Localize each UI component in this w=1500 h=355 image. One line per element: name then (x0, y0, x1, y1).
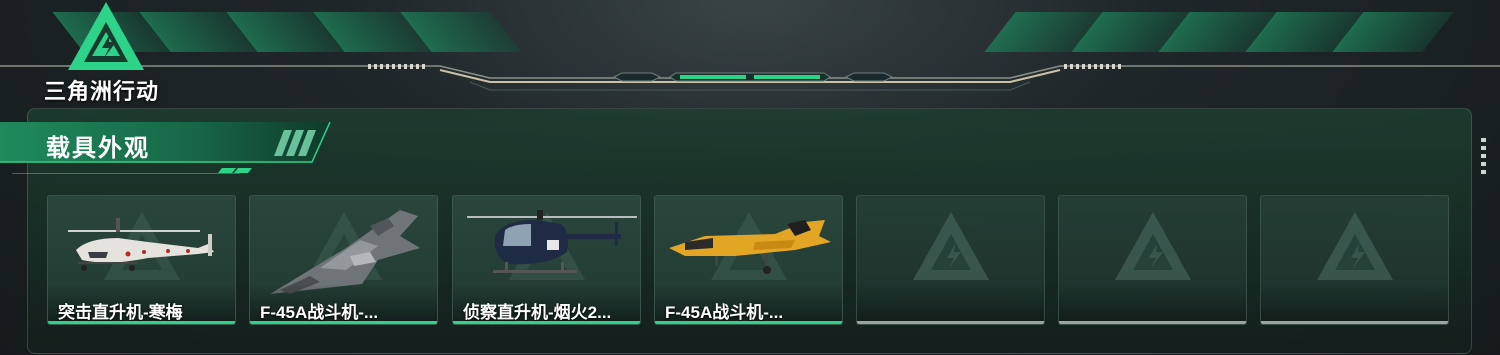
card-shade (857, 284, 1044, 324)
selected-underline (655, 321, 842, 324)
vehicle-name: F-45A战斗机-... (260, 303, 379, 322)
vehicle-card[interactable]: F-45A战斗机-... (249, 195, 438, 325)
header-frame (0, 64, 1500, 91)
empty-vehicle-slot[interactable] (1058, 195, 1247, 325)
section-title: 载具外观 (46, 135, 150, 162)
logo-text: 三角洲行动 (44, 79, 160, 104)
vehicle-card[interactable]: F-45A战斗机-... (654, 195, 843, 325)
top-header: 三角洲行动 (0, 0, 1500, 104)
delta-watermark-icon (1115, 212, 1191, 280)
vehicle-name: F-45A战斗机-... (665, 303, 784, 322)
vehicle-name: 侦察直升机-烟火2... (463, 303, 612, 322)
slot-underline (1261, 321, 1448, 324)
delta-watermark-icon (1317, 212, 1393, 280)
delta-watermark-icon (913, 212, 989, 280)
vehicle-card[interactable]: 侦察直升机-烟火2... (452, 195, 641, 325)
selected-underline (48, 321, 235, 324)
card-shade (1059, 284, 1246, 324)
game-logo: 三角洲行动 (38, 0, 178, 104)
empty-vehicle-slot[interactable] (1260, 195, 1449, 325)
selected-underline (250, 321, 437, 324)
slot-underline (857, 321, 1044, 324)
vehicle-name: 突击直升机-寒梅 (58, 303, 183, 322)
delta-triangle-icon (68, 2, 144, 70)
slot-underline (1059, 321, 1246, 324)
empty-vehicle-slot[interactable] (856, 195, 1045, 325)
selected-underline (453, 321, 640, 324)
card-shade (1261, 284, 1448, 324)
vehicle-card[interactable]: 突击直升机-寒梅 (47, 195, 236, 325)
scroll-indicator[interactable] (1481, 138, 1486, 178)
